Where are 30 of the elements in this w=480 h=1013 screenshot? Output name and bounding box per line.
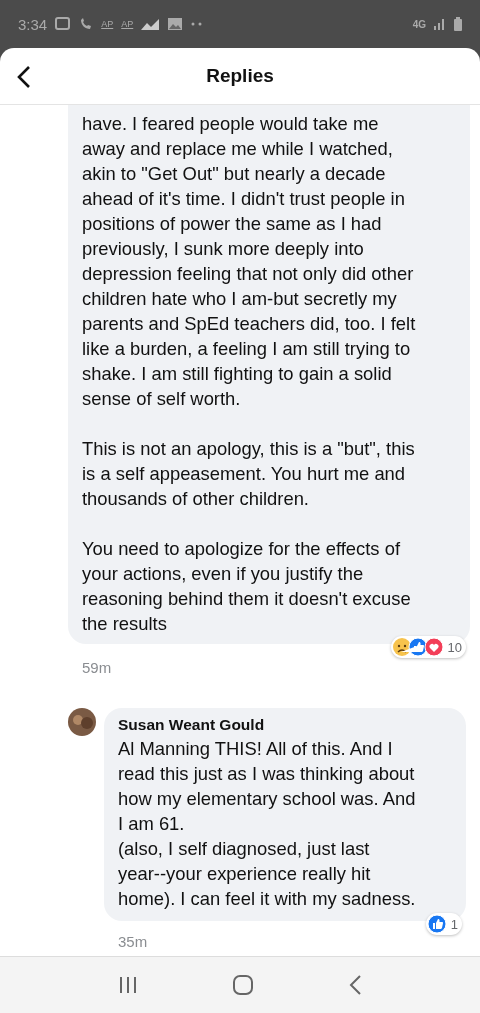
- reply-text: Al Manning THIS! All of this. And I read this just as I was thinking about how my elementary school was. And I am 61. (also, I self diagnosed, just last year--your experience really hit home). I can feel it with my sadness.: [118, 737, 417, 911]
- reaction-badge[interactable]: 1: [425, 913, 462, 935]
- notification-label: AP: [121, 19, 134, 29]
- thumbs-up-icon: [400, 638, 428, 656]
- reply-time: 35m: [118, 933, 149, 950]
- home-icon: [233, 975, 253, 995]
- comment-time: 59m: [82, 658, 112, 676]
- network-label: 4G: [412, 18, 426, 30]
- battery-icon: [454, 17, 462, 31]
- sad-face-icon: [392, 638, 411, 656]
- heart-icon: [424, 638, 444, 656]
- comment-text: You need to apologize for the effects of your actions, even if you justify the reasoning behind them it doesn't excuse the results: [82, 537, 412, 636]
- avatar: [68, 708, 96, 736]
- reaction-badge[interactable]: 10: [390, 636, 466, 658]
- notification-label: AP: [101, 19, 114, 29]
- chart-icon: [141, 18, 160, 30]
- signal-icon: [434, 18, 446, 30]
- message-icon: [55, 17, 72, 31]
- author-name[interactable]: Susan Weant Gould: [118, 716, 452, 734]
- comment-text: This is not an apology, this is a "but", this is a self appeasement. You hurt me and thousands of other children.: [82, 437, 416, 511]
- back-chevron-icon: [348, 975, 363, 995]
- image-icon: [167, 17, 184, 31]
- recent-apps-icon: [117, 976, 138, 994]
- reaction-count: 10: [447, 639, 462, 655]
- reaction-count: 1: [450, 916, 458, 932]
- comment-text: have. I feared people would take me away and replace me while I watched, akin to "Get Out" but nearly a decade ahead of it's time. I didn't trust people in positions of power the same as I had previously, I sunk more deeply into depression feeling that not only did other children hate who I am-but secretly my parents and SpEd teachers did, too. I felt like a burden, a feeling I am still trying to shake. I am still fighting to gain a solid sense of self worth.: [82, 112, 417, 411]
- page-title: Replies: [206, 65, 274, 87]
- more-dots-icon: [191, 22, 204, 26]
- status-time: 3:34: [18, 15, 48, 33]
- thumbs-up-icon: [427, 915, 447, 933]
